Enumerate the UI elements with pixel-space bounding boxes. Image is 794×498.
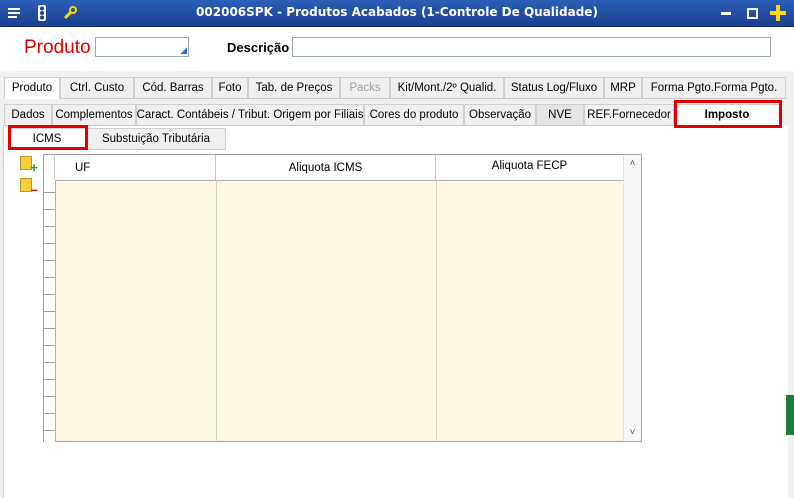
tab-produto[interactable]: Produto bbox=[4, 77, 60, 99]
lookup-icon[interactable]: ◢ bbox=[180, 45, 187, 56]
add-record-icon[interactable]: + bbox=[20, 156, 38, 174]
remove-record-icon[interactable]: – bbox=[20, 178, 38, 196]
tab-forma-pgto[interactable]: Forma Pgto.Forma Pgto. bbox=[642, 77, 786, 99]
tab-packs[interactable]: Packs bbox=[340, 77, 390, 99]
product-header: Produto ◢ Descrição bbox=[0, 27, 794, 71]
window-title: 002006SPK - Produtos Acabados (1-Control… bbox=[196, 5, 598, 19]
descricao-label: Descrição bbox=[227, 40, 290, 55]
tab-cod-barras[interactable]: Cód. Barras bbox=[134, 77, 212, 99]
row-header-corner bbox=[44, 155, 55, 180]
tab-mrp[interactable]: MRP bbox=[604, 77, 642, 99]
grid-scrollbar[interactable]: ˄ ˅ bbox=[623, 155, 641, 441]
col-aliquota-icms[interactable]: Aliquota ICMS bbox=[216, 155, 436, 180]
tab-ctrl-custo[interactable]: Ctrl. Custo bbox=[60, 77, 134, 99]
scroll-up-icon[interactable]: ˄ bbox=[624, 155, 641, 172]
tab-substituicao-tributaria[interactable]: Substuição Tributária bbox=[86, 128, 226, 150]
tab-dados[interactable]: Dados bbox=[4, 104, 52, 126]
col-aliquota-fecp[interactable]: Aliquota FECP bbox=[436, 155, 624, 180]
icms-grid[interactable]: UF Aliquota ICMS Aliquota FECP ˄ ˅ bbox=[43, 154, 642, 442]
sub-tabs: Dados Complementos Caract. Contábeis / T… bbox=[4, 104, 780, 126]
grid-toolbar: + – bbox=[20, 156, 38, 200]
tab-ref-fornecedor[interactable]: REF.Fornecedor bbox=[584, 104, 674, 126]
grid-header: UF Aliquota ICMS Aliquota FECP bbox=[44, 155, 624, 181]
add-icon[interactable] bbox=[768, 3, 788, 23]
main-tabs: Produto Ctrl. Custo Cód. Barras Foto Tab… bbox=[4, 77, 786, 99]
tab-icms[interactable]: ICMS bbox=[8, 128, 86, 150]
tab-tab-precos[interactable]: Tab. de Preços bbox=[248, 77, 340, 99]
tab-imposto[interactable]: Imposto bbox=[674, 104, 780, 126]
row-header-column bbox=[44, 180, 56, 442]
tab-cores-produto[interactable]: Cores do produto bbox=[364, 104, 464, 126]
tab-caract-contabeis[interactable]: Caract. Contábeis / Tribut. Origem por F… bbox=[136, 104, 364, 126]
produto-input[interactable]: ◢ bbox=[95, 37, 189, 57]
maximize-icon[interactable] bbox=[742, 3, 762, 23]
tab-nve[interactable]: NVE bbox=[536, 104, 584, 126]
tab-observacao[interactable]: Observação bbox=[464, 104, 536, 126]
tab-foto[interactable]: Foto bbox=[212, 77, 248, 99]
tab-status-log[interactable]: Status Log/Fluxo bbox=[504, 77, 604, 99]
imposto-tabs: ICMS Substuição Tributária bbox=[8, 128, 226, 150]
background-window-edge bbox=[786, 395, 794, 435]
descricao-input[interactable] bbox=[292, 37, 771, 57]
produto-label: Produto bbox=[24, 37, 91, 58]
col-uf[interactable]: UF bbox=[55, 155, 216, 180]
tab-kit-mont[interactable]: Kit/Mont./2º Qualid. bbox=[390, 77, 504, 99]
minimize-icon[interactable] bbox=[716, 3, 736, 23]
title-bar: 002006SPK - Produtos Acabados (1-Control… bbox=[0, 0, 794, 27]
tab-complementos[interactable]: Complementos bbox=[52, 104, 136, 126]
scroll-down-icon[interactable]: ˅ bbox=[624, 424, 641, 441]
